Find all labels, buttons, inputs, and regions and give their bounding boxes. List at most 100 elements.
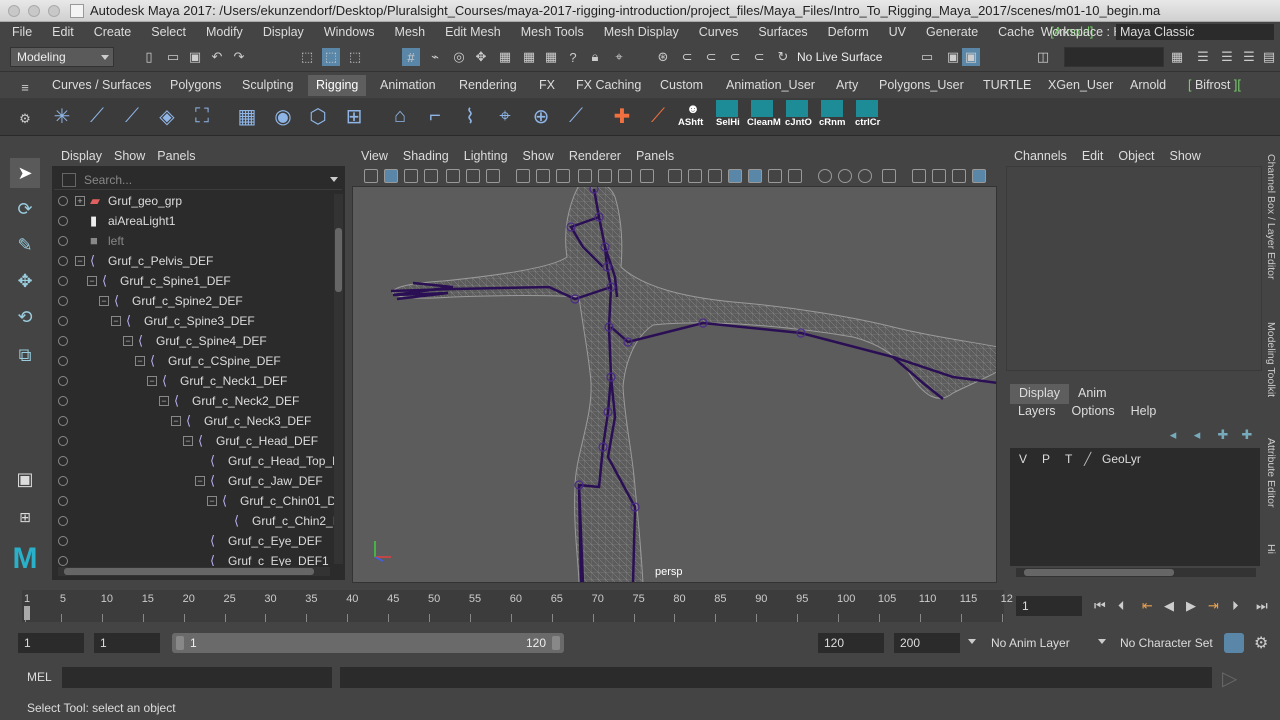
step-forward-icon[interactable]: ⏵ [1232,598,1239,614]
expand-icon[interactable]: + [75,196,85,206]
layer-editor-icon[interactable]: ▤ [1260,48,1278,66]
mirror-joint-icon[interactable]: ⛶ [188,102,216,130]
go-to-start-icon[interactable]: ⏮ [1094,598,1106,614]
cjnto-script-icon[interactable] [786,100,808,117]
menu-edit-mesh[interactable]: Edit Mesh [433,25,509,39]
detach-skin-icon[interactable]: ⊕ [527,102,555,130]
auto-key-icon[interactable] [1224,633,1244,653]
step-forward-key-icon[interactable]: ⇥ [1208,598,1219,614]
perspective-viewport[interactable]: persp [352,186,997,583]
menu-display[interactable]: Display [251,25,312,39]
menu-curves[interactable]: Curves [687,25,747,39]
outliner-row[interactable]: ⟨ Gruf_c_Eye_DEF1 [52,551,334,566]
animation-start-field[interactable]: 1 [18,633,84,653]
redo-icon[interactable]: ↷ [230,48,248,66]
modeling-toolkit-icon[interactable]: ▦ [1168,48,1186,66]
textured-icon[interactable] [728,169,742,183]
visibility-dot-icon[interactable] [58,496,68,506]
layer-name[interactable]: GeoLyr [1102,452,1141,466]
layer-tab-anim[interactable]: Anim [1069,384,1115,404]
shelf-tab-arty[interactable]: Arty [828,75,866,96]
outliner-row[interactable]: ⟨ Gruf_c_Eye_DEF [52,531,334,551]
select-tool-icon[interactable]: ➤ [10,158,40,188]
play-backwards-icon[interactable]: ◀ [1164,598,1174,614]
sculpt-deformer-icon[interactable]: ⟋ [562,102,590,130]
outliner-row[interactable]: − ⟨ Gruf_c_CSpine_DEF [52,351,334,371]
viewport-menu-shading[interactable]: Shading [394,149,455,163]
shelf-label-ctrlcr[interactable]: ctrlCr [855,117,880,128]
snap-to-point-icon[interactable]: ⊂ [726,48,744,66]
time-slider-track[interactable]: 1 5 10 15 20 25 30 35 40 45 50 55 60 65 70 75 80 85 90 95 10… [22,590,1013,622]
select-camera-icon[interactable] [364,169,378,183]
locator-icon[interactable]: ✚ [608,102,636,130]
viewport-menu-panels[interactable]: Panels [627,149,680,163]
bind-skin-icon[interactable]: ⌂ [386,102,414,130]
channel-menu-channels[interactable]: Channels [1006,149,1074,163]
bookmarks-icon[interactable] [404,169,418,183]
collapse-icon[interactable]: − [195,476,205,486]
menu-set-dropdown[interactable]: Modeling [10,47,114,67]
menu-create[interactable]: Create [82,25,140,39]
visibility-dot-icon[interactable] [58,416,68,426]
python-script-icon[interactable]: ☻ [684,99,702,117]
menu-deform[interactable]: Deform [816,25,877,39]
outliner-vertical-scrollbar[interactable] [334,194,343,564]
outliner-row[interactable]: − ⟨ Gruf_c_Jaw_DEF [52,471,334,491]
layer-scroll-thumb[interactable] [1024,569,1174,576]
outliner-scroll-thumb[interactable] [335,228,342,292]
ctrlcr-script-icon[interactable] [856,100,878,117]
visibility-dot-icon[interactable] [58,276,68,286]
current-frame-field[interactable]: 1 [1016,596,1082,616]
film-gate-icon[interactable] [516,169,530,183]
range-slider[interactable]: 1 120 [172,633,564,653]
viewport-menu-renderer[interactable]: Renderer [560,149,627,163]
magnet-icon[interactable]: ⊂ [678,48,696,66]
refresh-icon[interactable]: ↻ [774,48,792,66]
shelf-label-cjnto[interactable]: cJntO [785,117,812,128]
character-set-dropdown[interactable]: No Character Set [1120,636,1213,650]
visibility-dot-icon[interactable] [58,516,68,526]
visibility-dot-icon[interactable] [58,336,68,346]
layer-menu-options[interactable]: Options [1064,402,1123,422]
shelf-label-ashft[interactable]: AShft [678,117,703,128]
snap-curve-icon[interactable]: ⌁ [426,48,444,66]
lasso-tool-icon[interactable]: ⟳ [10,194,40,224]
tool-settings-icon[interactable]: ☰ [1218,48,1236,66]
safe-action-icon[interactable] [598,169,612,183]
interactive-bind-icon[interactable]: ⌖ [491,102,519,130]
ipr-render-icon[interactable]: ▣ [962,48,980,66]
visibility-dot-icon[interactable] [58,236,68,246]
collapse-icon[interactable]: − [99,296,109,306]
shelf-tab-fx-caching[interactable]: FX Caching [568,75,649,96]
lock-icon[interactable]: 🔒︎ [586,48,604,66]
symmetry-icon[interactable]: ⌖ [610,48,628,66]
go-to-end-icon[interactable]: ⏭ [1256,598,1268,614]
collapse-icon[interactable]: − [183,436,193,446]
select-hierarchy-icon[interactable]: ⬚ [298,48,316,66]
shelf-tab-arnold[interactable]: Arnold [1122,75,1174,96]
collapse-icon[interactable]: − [147,376,157,386]
snap-grid-icon[interactable]: # [402,48,420,66]
open-scene-icon[interactable]: ▭ [164,48,182,66]
new-layer-icon[interactable]: ✚ [1214,426,1232,444]
menu-generate[interactable]: Generate [914,25,986,39]
viewport-menu-view[interactable]: View [352,149,394,163]
command-input[interactable] [62,667,332,688]
shelf-tab-animation[interactable]: Animation [372,75,444,96]
side-tab-modeling-toolkit[interactable]: Modeling Toolkit [1265,322,1277,397]
outliner-menu-display[interactable]: Display [52,149,105,163]
hud-toggle-icon[interactable] [972,169,986,183]
layer-display-type-toggle[interactable]: T [1065,452,1072,466]
outliner-row[interactable]: − ⟨ Gruf_c_Chin01_D [52,491,334,511]
side-tab-channel-box[interactable]: Channel Box / Layer Editor [1265,154,1277,280]
shelf-tab-polygons[interactable]: Polygons [162,75,229,96]
anim-layer-dropdown[interactable]: No Anim Layer [991,636,1070,650]
grid-icon[interactable] [486,169,500,183]
create-cluster-icon[interactable]: ◉ [269,102,297,130]
chevron-down-icon[interactable] [968,639,976,644]
crnm-script-icon[interactable] [821,100,843,117]
snap-live-icon[interactable]: ▦ [496,48,514,66]
visibility-dot-icon[interactable] [58,376,68,386]
select-component-icon[interactable]: ⬚ [346,48,364,66]
outliner-hscroll-thumb[interactable] [64,568,314,575]
